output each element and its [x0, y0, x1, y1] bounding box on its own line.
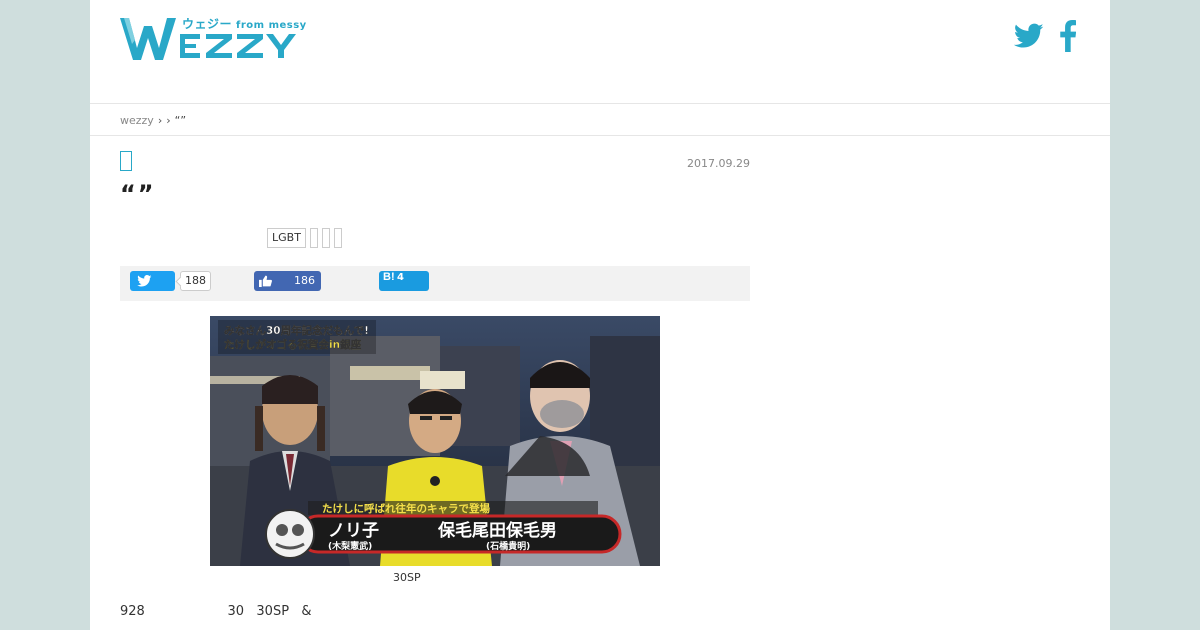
- logo-zzy-mark: [180, 34, 296, 58]
- social-links: [1014, 20, 1076, 52]
- telop-name-left-sub: (木梨憲武): [328, 540, 372, 552]
- breadcrumb-home-link[interactable]: wezzy: [120, 114, 154, 127]
- breadcrumb-separator: ›: [166, 113, 171, 127]
- site-header: ウェジー from messy: [90, 0, 1110, 104]
- hatena-bookmark-icon: B!: [383, 271, 395, 283]
- category-badge[interactable]: [120, 151, 132, 171]
- article-title: “”: [120, 180, 156, 208]
- telop-name-right: 保毛尾田保毛男: [437, 520, 557, 541]
- tag-item[interactable]: [309, 228, 318, 248]
- twitter-share-button[interactable]: [130, 271, 175, 291]
- breadcrumb-separator: ›: [157, 113, 163, 127]
- banner-line1: みなさん30周年記念だもんで!: [224, 324, 369, 337]
- telop-subtitle: たけしに呼ばれ往年のキャラで登場: [322, 502, 490, 515]
- tag-lgbt[interactable]: LGBT: [267, 228, 306, 248]
- twitter-icon: [137, 275, 152, 287]
- tag-list: LGBT: [267, 228, 342, 248]
- logo-kana: ウェジー from messy: [182, 17, 307, 31]
- twitter-icon[interactable]: [1014, 23, 1044, 49]
- article-body-text: 928 30 30SP &: [120, 604, 312, 619]
- hatena-bookmark-button[interactable]: B! 4: [379, 271, 429, 291]
- telop-name-left: ノリ子: [328, 521, 379, 541]
- facebook-like-count: 186: [294, 274, 315, 287]
- article-photo: みなさん30周年記念だもんで! たけしがオゴる祝賀会in銀座 たけしに呼ばれ往年…: [210, 316, 660, 566]
- telop-name-right-sub: (石橋貴明): [486, 540, 530, 552]
- article-date: 2017.09.29: [687, 157, 750, 170]
- twitter-share-count: 188: [180, 271, 211, 291]
- hatena-bookmark-count: 4: [397, 272, 404, 283]
- facebook-icon[interactable]: [1060, 20, 1076, 52]
- thumbs-up-icon: [259, 275, 272, 287]
- photo-caption: 30SP: [393, 571, 421, 584]
- breadcrumb: wezzy › › “”: [90, 105, 1110, 136]
- facebook-like-button[interactable]: 186: [254, 271, 321, 291]
- tv-screenshot-image: みなさん30周年記念だもんで! たけしがオゴる祝賀会in銀座 たけしに呼ばれ往年…: [210, 316, 660, 566]
- share-bar: 188 186 B! 4: [120, 266, 750, 301]
- banner-line2: たけしがオゴる祝賀会in銀座: [224, 338, 362, 351]
- tag-item[interactable]: [321, 228, 330, 248]
- logo-w-mark: [120, 18, 176, 60]
- breadcrumb-current: “”: [174, 113, 187, 127]
- page: ウェジー from messy wezzy › › “” 2017.09.29 …: [90, 0, 1110, 630]
- site-logo[interactable]: ウェジー from messy: [120, 14, 306, 62]
- tag-item[interactable]: [333, 228, 342, 248]
